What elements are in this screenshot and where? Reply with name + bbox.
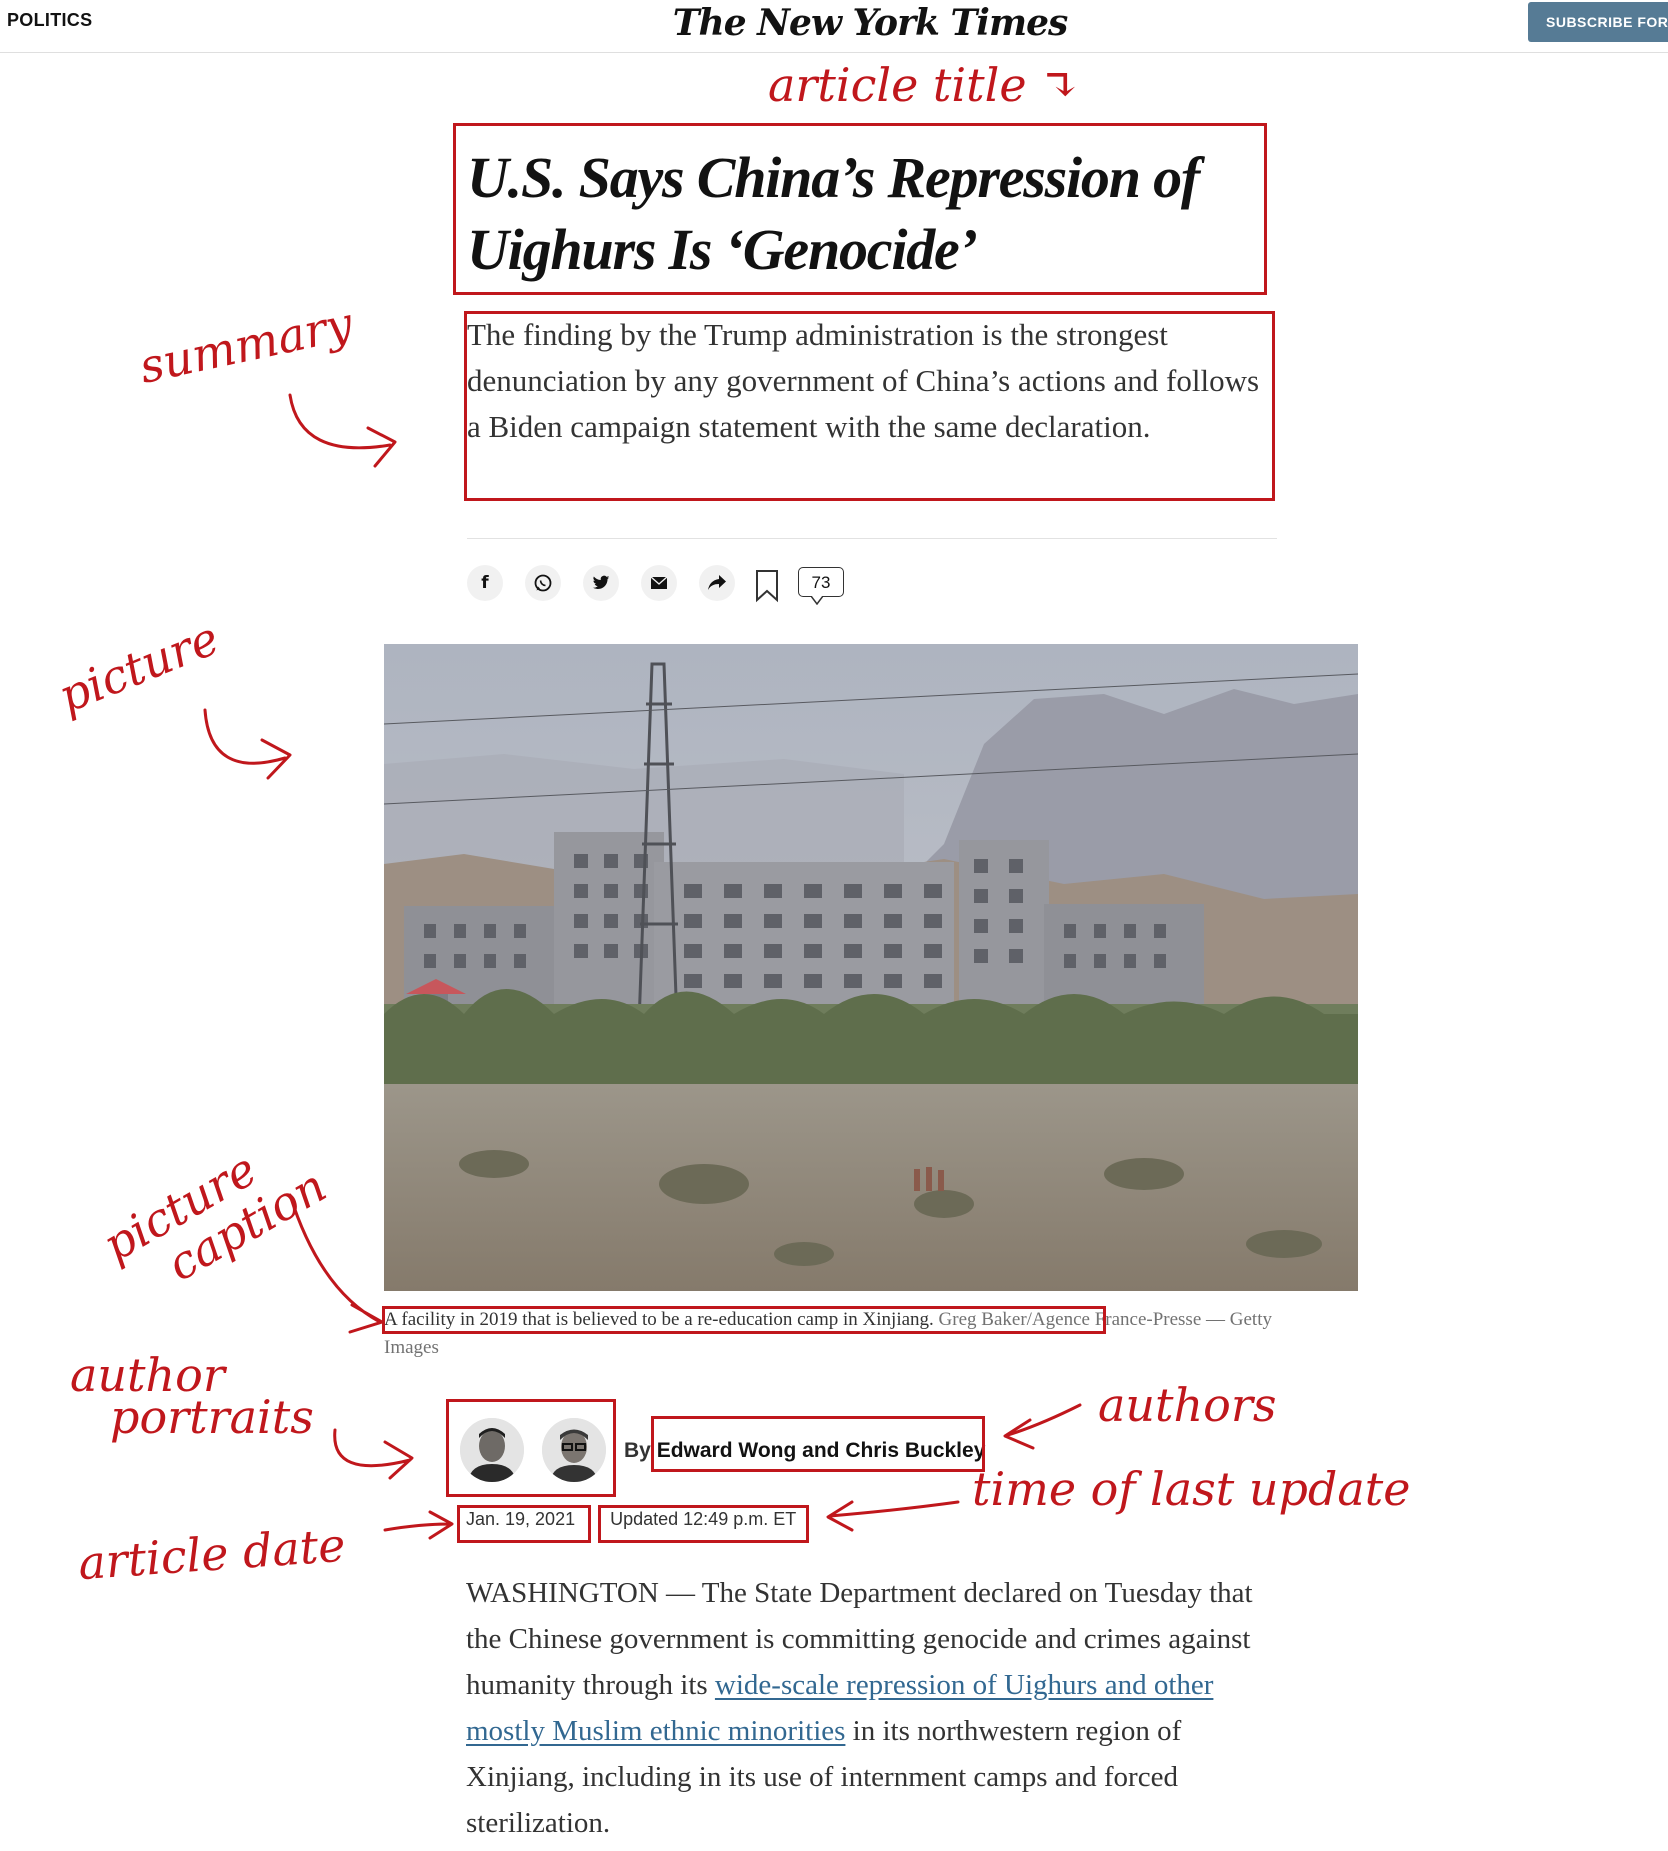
date-row: Jan. 19, 2021 Updated 12:49 p.m. ET	[466, 1509, 826, 1530]
annotation-label-picture: picture	[50, 610, 227, 724]
twitter-share-button[interactable]	[583, 565, 619, 601]
facebook-icon: f	[481, 573, 489, 593]
share-button[interactable]	[699, 565, 735, 601]
author-portraits	[454, 1418, 606, 1490]
twitter-icon	[592, 575, 610, 590]
facility-photo-illustration	[384, 644, 1358, 1291]
article-summary: The finding by the Trump administration …	[467, 317, 1260, 444]
subscribe-button[interactable]: SUBSCRIBE FOR	[1528, 2, 1668, 42]
whatsapp-icon	[534, 574, 552, 592]
article-photo[interactable]	[384, 644, 1358, 1291]
bookmark-icon[interactable]	[754, 569, 780, 603]
annotation-label-time-of-last-update: time of last update	[972, 1462, 1411, 1516]
section-label[interactable]: POLITICS	[7, 10, 92, 31]
top-bar: POLITICS The New York Times SUBSCRIBE FO…	[0, 0, 1668, 53]
avatar-portrait-icon	[542, 1418, 606, 1482]
article-body-paragraph: WASHINGTON — The State Department declar…	[466, 1570, 1286, 1846]
divider	[467, 538, 1277, 539]
author-names-link[interactable]: Edward Wong and Chris Buckley	[657, 1439, 986, 1462]
avatar-portrait-icon	[460, 1418, 524, 1482]
author-avatar-edward-wong[interactable]	[460, 1418, 524, 1482]
comment-count: 73	[811, 573, 831, 592]
author-avatar-chris-buckley[interactable]	[542, 1418, 606, 1482]
annotation-label-article-date: article date	[76, 1517, 348, 1591]
facebook-share-button[interactable]: f	[467, 565, 503, 601]
article-title: U.S. Says China’s Repression of Uighurs …	[467, 145, 1200, 282]
picture-caption: A facility in 2019 that is believed to b…	[384, 1306, 1314, 1362]
last-updated-time: Updated 12:49 p.m. ET	[610, 1509, 797, 1529]
annotation-label-authors: authors	[1098, 1378, 1277, 1432]
byline-by: By	[624, 1439, 651, 1462]
whatsapp-share-button[interactable]	[525, 565, 561, 601]
caption-text: A facility in 2019 that is believed to b…	[384, 1309, 934, 1330]
email-icon	[651, 577, 667, 589]
speech-bubble-tail-icon	[811, 596, 823, 605]
article-date: Jan. 19, 2021	[466, 1509, 576, 1529]
annotation-label-article-title: article title ↴	[768, 58, 1080, 112]
email-share-button[interactable]	[641, 565, 677, 601]
annotation-label-author-portraits-2: portraits	[110, 1390, 314, 1444]
share-arrow-icon	[708, 575, 726, 590]
masthead-logo[interactable]: The New York Times	[620, 2, 1120, 44]
byline: By Edward Wong and Chris Buckley	[624, 1439, 985, 1463]
comments-button[interactable]: 73	[798, 567, 844, 605]
annotation-label-summary: summary	[134, 296, 358, 394]
